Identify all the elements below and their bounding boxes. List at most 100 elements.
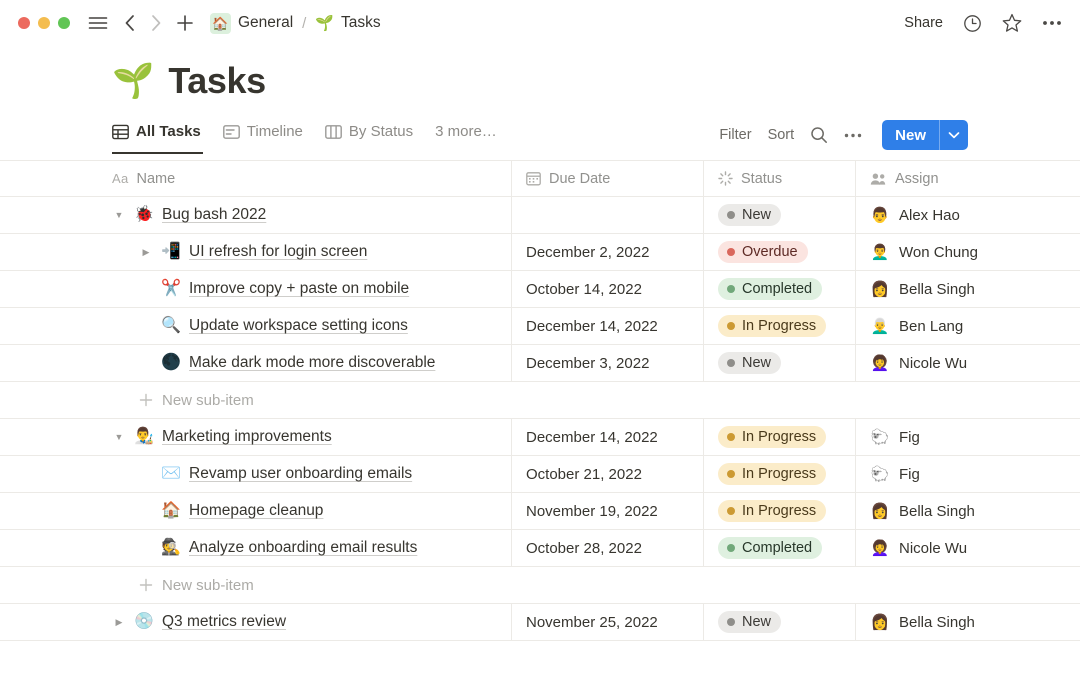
page-emoji-icon[interactable]: 🌱 bbox=[112, 64, 154, 98]
collapse-toggle-icon[interactable] bbox=[112, 211, 126, 220]
cell-status[interactable]: Completed bbox=[704, 271, 856, 307]
clock-icon[interactable] bbox=[963, 14, 982, 33]
star-icon[interactable] bbox=[1002, 13, 1022, 33]
page-title[interactable]: Tasks bbox=[168, 60, 266, 102]
cell-status[interactable]: In Progress bbox=[704, 419, 856, 455]
share-button[interactable]: Share bbox=[904, 15, 943, 31]
cell-due-date[interactable]: December 14, 2022 bbox=[512, 419, 704, 455]
chevron-left-icon[interactable] bbox=[124, 14, 136, 32]
cell-due-date[interactable]: October 28, 2022 bbox=[512, 530, 704, 566]
table-row[interactable]: 💿 Q3 metrics review November 25, 2022 New 👩 B… bbox=[0, 604, 1080, 641]
sort-button[interactable]: Sort bbox=[768, 127, 795, 143]
maximize-window-button[interactable] bbox=[58, 17, 70, 29]
expand-toggle-icon[interactable] bbox=[112, 618, 126, 627]
new-sub-item-cell[interactable]: New sub-item bbox=[0, 567, 512, 603]
cell-assign[interactable]: 🐑 Fig bbox=[856, 419, 1080, 455]
chevron-down-icon[interactable] bbox=[940, 120, 968, 150]
row-title-link[interactable]: Update workspace setting icons bbox=[189, 317, 408, 335]
cell-assign[interactable]: 👩‍🦱 Nicole Wu bbox=[856, 530, 1080, 566]
cell-due-date[interactable]: October 14, 2022 bbox=[512, 271, 704, 307]
collapse-toggle-icon[interactable] bbox=[112, 433, 126, 442]
new-button[interactable]: New bbox=[882, 120, 939, 150]
chevron-right-icon[interactable] bbox=[150, 14, 162, 32]
cell-status[interactable]: In Progress bbox=[704, 308, 856, 344]
tab-by-status[interactable]: By Status bbox=[325, 116, 425, 154]
column-header-status[interactable]: Status bbox=[704, 161, 856, 196]
table-row[interactable]: 🐞 Bug bash 2022 New 👨 Alex Hao bbox=[0, 197, 1080, 234]
table-row[interactable]: ✂️ Improve copy + paste on mobile October … bbox=[0, 271, 1080, 308]
plus-icon[interactable] bbox=[176, 14, 194, 32]
cell-status[interactable]: New bbox=[704, 604, 856, 640]
cell-name[interactable]: 🕵️ Analyze onboarding email results bbox=[0, 530, 512, 566]
table-row[interactable]: ✉️ Revamp user onboarding emails October 2… bbox=[0, 456, 1080, 493]
row-title-link[interactable]: Homepage cleanup bbox=[189, 502, 323, 520]
row-title-link[interactable]: Bug bash 2022 bbox=[162, 206, 266, 224]
row-title-link[interactable]: Improve copy + paste on mobile bbox=[189, 280, 409, 298]
cell-assign[interactable]: 👨‍🦳 Ben Lang bbox=[856, 308, 1080, 344]
cell-assign[interactable]: 👩 Bella Singh bbox=[856, 271, 1080, 307]
filter-button[interactable]: Filter bbox=[719, 127, 751, 143]
table-row[interactable]: 🔍 Update workspace setting icons December … bbox=[0, 308, 1080, 345]
cell-name[interactable]: 🔍 Update workspace setting icons bbox=[0, 308, 512, 344]
cell-name[interactable]: ✉️ Revamp user onboarding emails bbox=[0, 456, 512, 492]
row-title-link[interactable]: Marketing improvements bbox=[162, 428, 332, 446]
table-row[interactable]: 🌑 Make dark mode more discoverable Decembe… bbox=[0, 345, 1080, 382]
cell-due-date[interactable]: October 21, 2022 bbox=[512, 456, 704, 492]
row-title-link[interactable]: UI refresh for login screen bbox=[189, 243, 367, 261]
ellipsis-icon[interactable] bbox=[844, 133, 862, 138]
cell-assign[interactable]: 👩 Bella Singh bbox=[856, 604, 1080, 640]
row-title-link[interactable]: Revamp user onboarding emails bbox=[189, 465, 412, 483]
cell-status[interactable]: Overdue bbox=[704, 234, 856, 270]
cell-status[interactable]: In Progress bbox=[704, 456, 856, 492]
cell-name[interactable]: 📲 UI refresh for login screen bbox=[0, 234, 512, 270]
cell-assign[interactable]: 👨 Alex Hao bbox=[856, 197, 1080, 233]
table-row[interactable]: 📲 UI refresh for login screen December 2, … bbox=[0, 234, 1080, 271]
new-sub-item-row[interactable]: New sub-item bbox=[0, 382, 1080, 419]
cell-name[interactable]: 🌑 Make dark mode more discoverable bbox=[0, 345, 512, 381]
cell-status[interactable]: New bbox=[704, 197, 856, 233]
column-header-name[interactable]: Aa Name bbox=[0, 161, 512, 196]
new-sub-item-button[interactable]: New sub-item bbox=[139, 392, 254, 409]
cell-status[interactable]: New bbox=[704, 345, 856, 381]
house-icon[interactable]: 🏠 bbox=[210, 12, 231, 34]
tab-all-tasks[interactable]: All Tasks bbox=[112, 116, 213, 154]
table-row[interactable]: 👨‍🎨 Marketing improvements December 14, 20… bbox=[0, 419, 1080, 456]
search-icon[interactable] bbox=[810, 126, 828, 144]
cell-due-date[interactable]: November 19, 2022 bbox=[512, 493, 704, 529]
new-sub-item-cell[interactable]: New sub-item bbox=[0, 382, 512, 418]
row-title-link[interactable]: Analyze onboarding email results bbox=[189, 539, 417, 557]
new-sub-item-row[interactable]: New sub-item bbox=[0, 567, 1080, 604]
tab-more-views[interactable]: 3 more… bbox=[435, 116, 509, 154]
column-header-due-date[interactable]: Due Date bbox=[512, 161, 704, 196]
table-row[interactable]: 🕵️ Analyze onboarding email results Octobe… bbox=[0, 530, 1080, 567]
breadcrumb-tasks-link[interactable]: Tasks bbox=[341, 14, 381, 32]
minimize-window-button[interactable] bbox=[38, 17, 50, 29]
table-row[interactable]: 🏠 Homepage cleanup November 19, 2022 In Pro… bbox=[0, 493, 1080, 530]
cell-due-date[interactable]: November 25, 2022 bbox=[512, 604, 704, 640]
cell-assign[interactable]: 🐑 Fig bbox=[856, 456, 1080, 492]
tab-timeline[interactable]: Timeline bbox=[222, 116, 315, 154]
cell-status[interactable]: Completed bbox=[704, 530, 856, 566]
cell-name[interactable]: 🏠 Homepage cleanup bbox=[0, 493, 512, 529]
cell-due-date[interactable]: December 14, 2022 bbox=[512, 308, 704, 344]
new-sub-item-button[interactable]: New sub-item bbox=[139, 577, 254, 594]
cell-name[interactable]: 💿 Q3 metrics review bbox=[0, 604, 512, 640]
cell-assign[interactable]: 👩 Bella Singh bbox=[856, 493, 1080, 529]
hamburger-icon[interactable] bbox=[88, 15, 108, 31]
cell-due-date[interactable]: December 3, 2022 bbox=[512, 345, 704, 381]
cell-name[interactable]: 👨‍🎨 Marketing improvements bbox=[0, 419, 512, 455]
cell-status[interactable]: In Progress bbox=[704, 493, 856, 529]
row-title-link[interactable]: Q3 metrics review bbox=[162, 613, 286, 631]
cell-assign[interactable]: 👨‍🦱 Won Chung bbox=[856, 234, 1080, 270]
cell-name[interactable]: 🐞 Bug bash 2022 bbox=[0, 197, 512, 233]
close-window-button[interactable] bbox=[18, 17, 30, 29]
ellipsis-icon[interactable] bbox=[1042, 20, 1062, 26]
cell-due-date[interactable]: December 2, 2022 bbox=[512, 234, 704, 270]
cell-due-date[interactable] bbox=[512, 197, 704, 233]
cell-assign[interactable]: 👩‍🦱 Nicole Wu bbox=[856, 345, 1080, 381]
column-header-assign[interactable]: Assign bbox=[856, 161, 1080, 196]
row-title-link[interactable]: Make dark mode more discoverable bbox=[189, 354, 435, 372]
breadcrumb-general-link[interactable]: General bbox=[238, 14, 293, 32]
expand-toggle-icon[interactable] bbox=[139, 248, 153, 257]
cell-name[interactable]: ✂️ Improve copy + paste on mobile bbox=[0, 271, 512, 307]
